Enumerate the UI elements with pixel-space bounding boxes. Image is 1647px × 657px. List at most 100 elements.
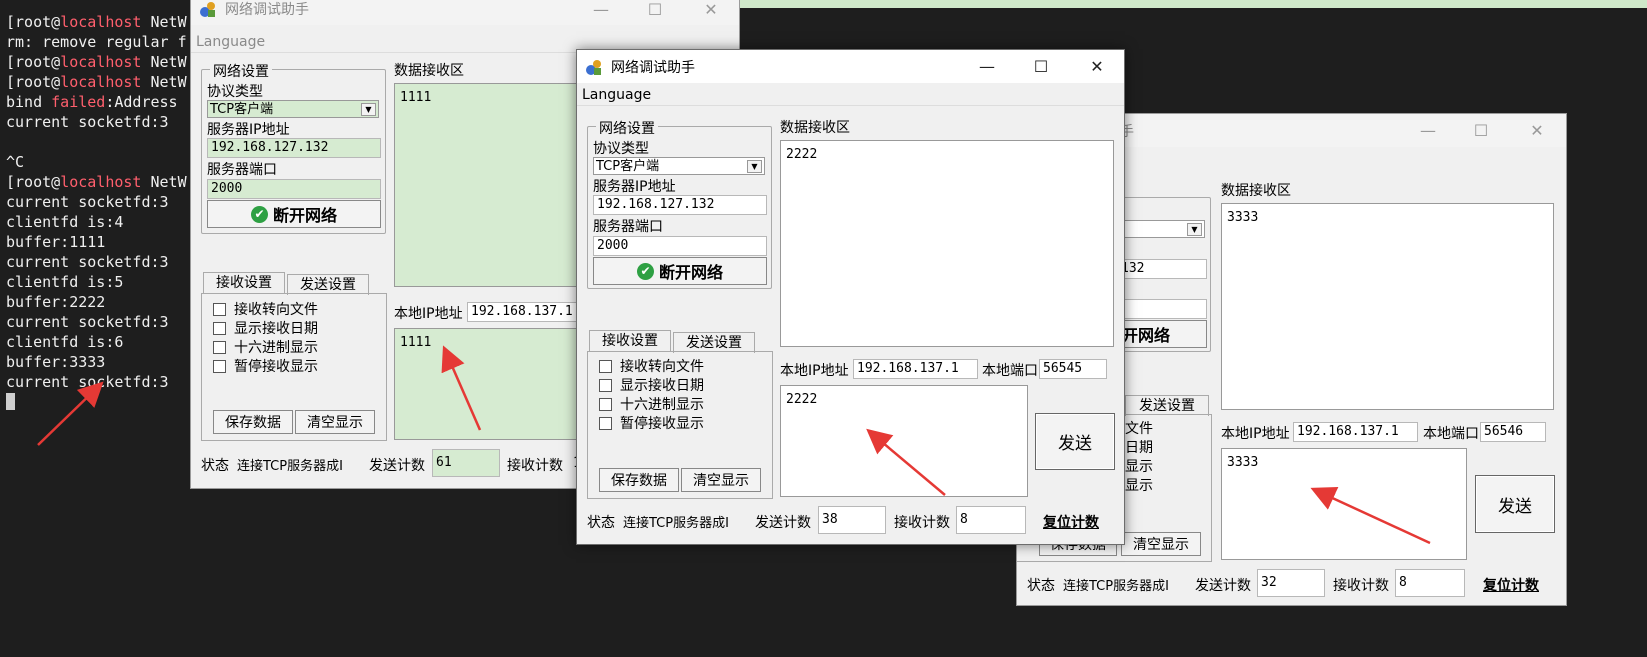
chk-pause[interactable]: 显示 bbox=[1125, 475, 1153, 495]
tab-recv-settings[interactable]: 接收设置 bbox=[203, 272, 285, 293]
chk-hex[interactable]: 十六进制显示 bbox=[213, 337, 318, 357]
chk-label: 接收转向文件 bbox=[234, 302, 318, 318]
chk-pause[interactable]: 暂停接收显示 bbox=[599, 413, 704, 433]
protocol-value: TCP客户端 bbox=[210, 102, 274, 117]
recv-count-label: 接收计数 bbox=[1333, 578, 1389, 594]
recv-count-label: 接收计数 bbox=[894, 515, 950, 531]
window-title: 网络调试助手 bbox=[611, 59, 695, 76]
disconnect-button[interactable]: ✔ 断开网络 bbox=[593, 257, 767, 285]
protocol-select[interactable]: TCP客户端 ▼ bbox=[207, 100, 379, 118]
chk-hex[interactable]: 十六进制显示 bbox=[599, 394, 704, 414]
local-ip-field: 192.168.137.1 bbox=[853, 359, 978, 379]
terminal-cursor bbox=[6, 393, 15, 410]
protocol-label: 协议类型 bbox=[593, 141, 649, 157]
recv-count-label: 接收计数 bbox=[507, 458, 563, 474]
checkbox-icon bbox=[213, 359, 226, 373]
chevron-down-icon: ▼ bbox=[1187, 223, 1202, 236]
app-icon bbox=[585, 58, 603, 76]
chevron-down-icon: ▼ bbox=[747, 160, 762, 173]
chk-label: 显示接收日期 bbox=[620, 378, 704, 394]
send-count-label: 发送计数 bbox=[755, 515, 811, 531]
send-textarea[interactable]: 1111 bbox=[394, 328, 594, 440]
chk-show-date[interactable]: 日期 bbox=[1125, 437, 1153, 457]
server-port-label: 服务器端口 bbox=[593, 219, 663, 235]
disconnect-button[interactable]: ✔ 断开网络 bbox=[207, 200, 381, 228]
checkbox-icon bbox=[213, 302, 226, 316]
disconnect-button[interactable]: 开网络 bbox=[1117, 320, 1207, 348]
chk-label: 十六进制显示 bbox=[234, 340, 318, 356]
send-button[interactable]: 发送 bbox=[1035, 413, 1115, 470]
background-window-strip bbox=[740, 0, 1647, 8]
disconnect-label: 断开网络 bbox=[272, 206, 337, 225]
close-icon[interactable]: ✕ bbox=[1510, 114, 1564, 147]
checkbox-icon bbox=[599, 359, 612, 373]
clear-display-button[interactable]: 清空显示 bbox=[681, 468, 761, 492]
local-ip-label: 本地IP地址 bbox=[394, 306, 463, 322]
status-value: 连接TCP服务器成I bbox=[237, 459, 343, 474]
server-port-input[interactable] bbox=[1117, 299, 1207, 319]
maximize-icon[interactable]: ☐ bbox=[628, 0, 682, 26]
title-bar[interactable]: 网络调试助手 — ☐ ✕ bbox=[191, 0, 739, 25]
tab-send-settings[interactable]: 发送设置 bbox=[1125, 395, 1209, 416]
server-port-input[interactable]: 2000 bbox=[207, 179, 381, 199]
server-ip-input[interactable]: 132 bbox=[1117, 259, 1207, 279]
chk-hex[interactable]: 显示 bbox=[1125, 456, 1153, 476]
reset-count-button[interactable]: 复位计数 bbox=[1043, 512, 1099, 532]
server-port-input[interactable]: 2000 bbox=[593, 236, 767, 256]
checkbox-icon bbox=[599, 416, 612, 430]
protocol-select[interactable]: ▼ bbox=[1117, 220, 1205, 238]
chk-show-date[interactable]: 显示接收日期 bbox=[599, 375, 704, 395]
minimize-icon[interactable]: — bbox=[960, 50, 1014, 83]
send-count-field: 61 bbox=[432, 449, 500, 477]
tab-send-settings[interactable]: 发送设置 bbox=[287, 274, 369, 295]
send-button[interactable]: 发送 bbox=[1475, 475, 1555, 533]
local-port-label: 本地端口 bbox=[982, 363, 1038, 379]
clear-display-button[interactable]: 清空显示 bbox=[1121, 532, 1201, 556]
maximize-icon[interactable]: ☐ bbox=[1014, 50, 1068, 83]
server-ip-input[interactable]: 192.168.127.132 bbox=[593, 195, 767, 215]
protocol-value: TCP客户端 bbox=[596, 159, 660, 174]
server-ip-input[interactable]: 192.168.127.132 bbox=[207, 138, 381, 158]
recv-area-label: 数据接收区 bbox=[780, 120, 850, 136]
close-icon[interactable]: ✕ bbox=[1070, 50, 1124, 83]
status-label: 状态 bbox=[1027, 578, 1055, 594]
menu-language[interactable]: Language bbox=[577, 84, 1124, 106]
save-data-button[interactable]: 保存数据 bbox=[213, 410, 293, 434]
chk-redirect-file[interactable]: 文件 bbox=[1125, 418, 1153, 438]
server-ip-label: 服务器IP地址 bbox=[593, 179, 676, 195]
window-title: 网络调试助手 bbox=[225, 2, 309, 18]
tab-send-settings[interactable]: 发送设置 bbox=[673, 332, 755, 353]
save-data-button[interactable]: 保存数据 bbox=[599, 468, 679, 492]
clear-display-button[interactable]: 清空显示 bbox=[295, 410, 375, 434]
protocol-select[interactable]: TCP客户端 ▼ bbox=[593, 157, 765, 175]
chk-redirect-file[interactable]: 接收转向文件 bbox=[599, 356, 704, 376]
title-bar[interactable]: 网络调试助手 — ☐ ✕ bbox=[577, 50, 1124, 83]
local-ip-label: 本地IP地址 bbox=[1221, 426, 1290, 442]
net-debug-window-2[interactable]: 网络调试助手 — ☐ ✕ Language 网络设置 协议类型 TCP客户端 ▼ … bbox=[576, 49, 1125, 545]
reset-count-button[interactable]: 复位计数 bbox=[1483, 575, 1539, 595]
chk-label: 暂停接收显示 bbox=[620, 416, 704, 432]
recv-textarea[interactable]: 2222 bbox=[780, 140, 1114, 347]
send-count-label: 发送计数 bbox=[369, 458, 425, 474]
maximize-icon[interactable]: ☐ bbox=[1454, 114, 1508, 147]
recv-area-label: 数据接收区 bbox=[394, 63, 464, 79]
tab-recv-settings[interactable]: 接收设置 bbox=[589, 330, 671, 351]
app-icon bbox=[199, 0, 217, 18]
chk-show-date[interactable]: 显示接收日期 bbox=[213, 318, 318, 338]
send-textarea[interactable]: 3333 bbox=[1221, 448, 1467, 560]
chk-pause[interactable]: 暂停接收显示 bbox=[213, 356, 318, 376]
status-label: 状态 bbox=[201, 458, 229, 474]
recv-textarea[interactable]: 3333 bbox=[1221, 203, 1554, 410]
chk-redirect-file[interactable]: 接收转向文件 bbox=[213, 299, 318, 319]
send-textarea[interactable]: 2222 bbox=[780, 385, 1028, 497]
chk-label: 十六进制显示 bbox=[620, 397, 704, 413]
minimize-icon[interactable]: — bbox=[574, 0, 628, 26]
local-ip-field: 192.168.137.1 bbox=[1293, 422, 1418, 442]
local-port-field: 56545 bbox=[1039, 359, 1107, 379]
checkbox-icon bbox=[213, 340, 226, 354]
net-settings-legend: 网络设置 bbox=[210, 61, 272, 81]
send-count-field: 32 bbox=[1257, 569, 1325, 597]
checkbox-icon bbox=[213, 321, 226, 335]
close-icon[interactable]: ✕ bbox=[684, 0, 738, 26]
minimize-icon[interactable]: — bbox=[1401, 114, 1455, 147]
